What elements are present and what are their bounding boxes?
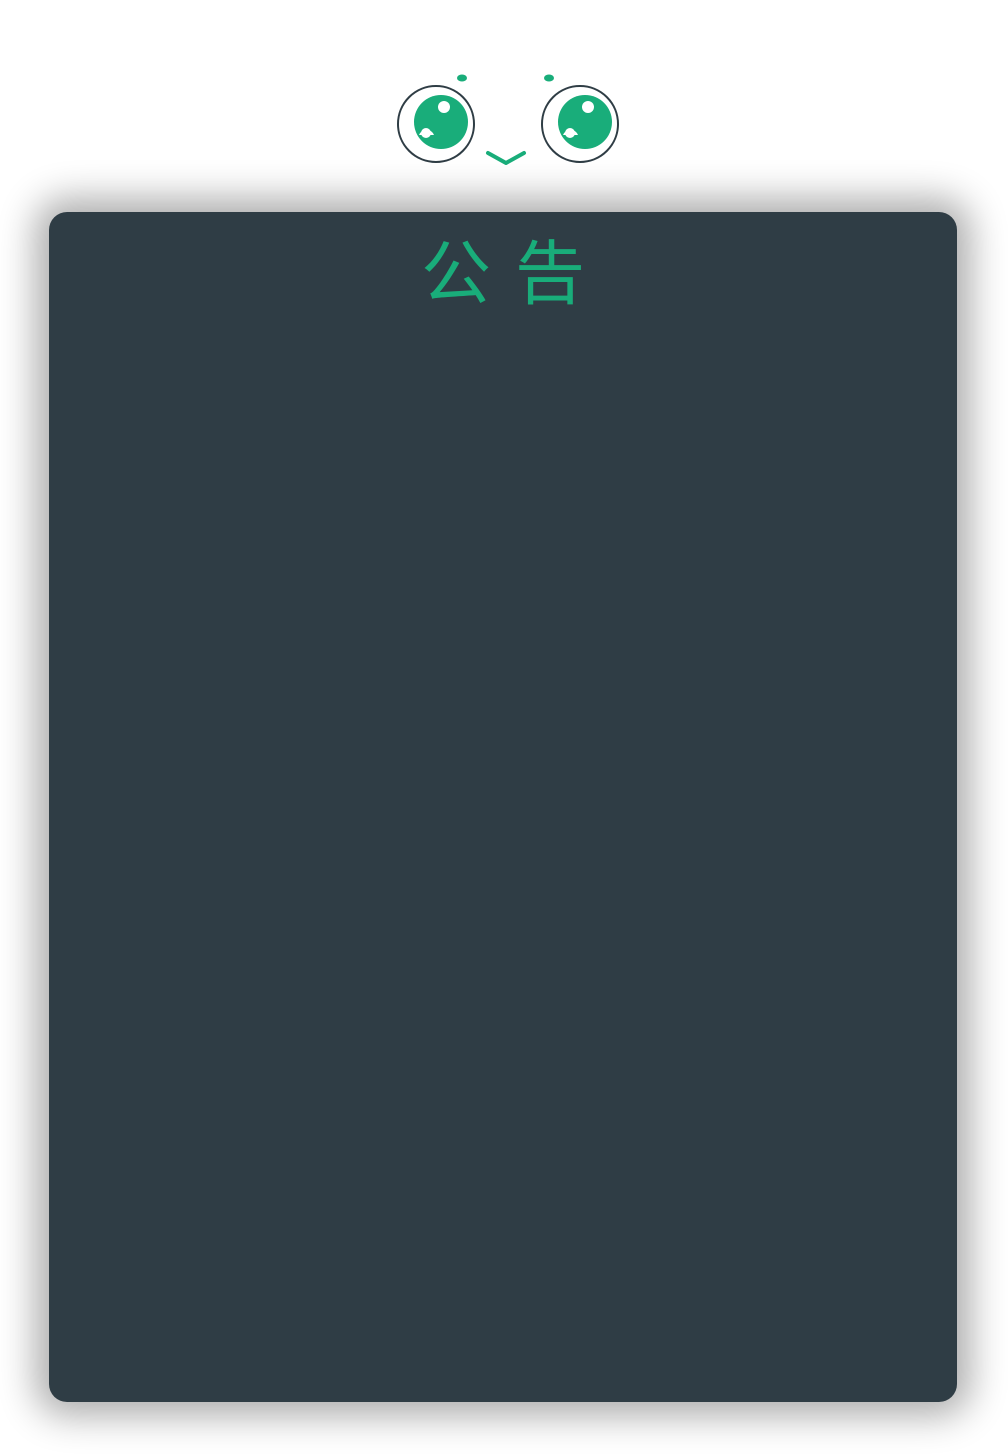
notice-panel: 公告: [49, 212, 957, 1402]
smiling-face-icon: [397, 74, 619, 165]
mouth: [486, 151, 526, 165]
notice-body: [89, 332, 917, 1362]
notice-title: 公告: [421, 233, 609, 315]
right-eyebrow: [544, 74, 554, 82]
left-eye: [397, 85, 475, 163]
left-eyebrow: [457, 74, 467, 82]
right-eye: [541, 85, 619, 163]
mascot-face: [0, 0, 1008, 190]
